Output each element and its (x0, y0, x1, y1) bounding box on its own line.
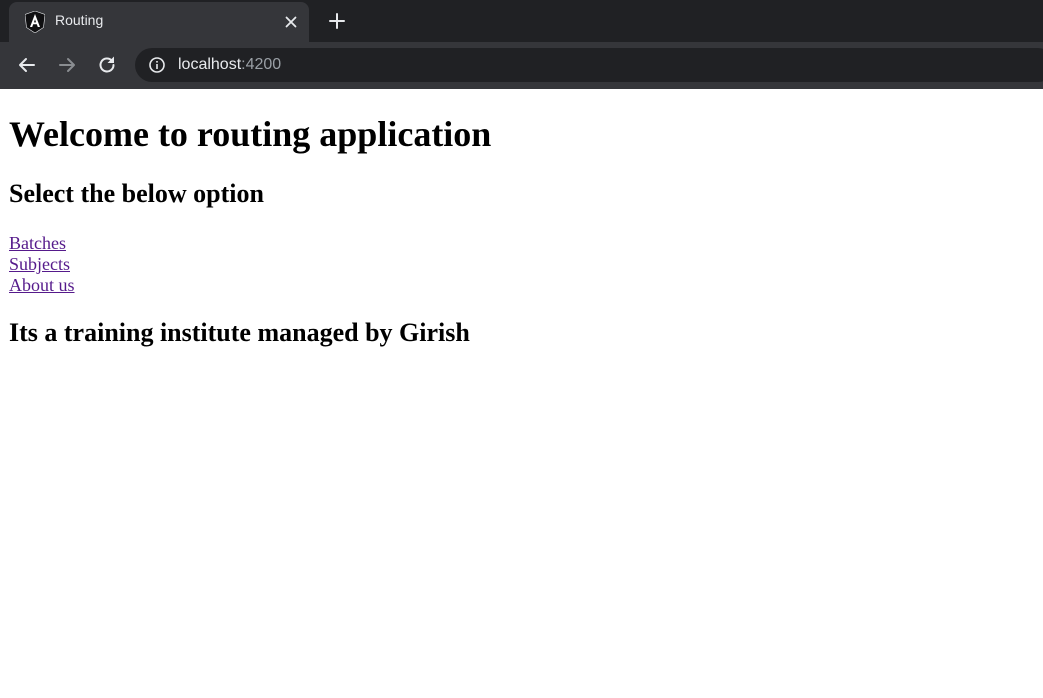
address-bar[interactable]: localhost:4200 (135, 48, 1043, 82)
url-text[interactable]: localhost:4200 (178, 56, 281, 74)
link-subjects[interactable]: Subjects (9, 254, 70, 275)
page-title: Welcome to routing application (9, 114, 492, 154)
new-tab-plus-icon[interactable] (327, 11, 347, 31)
angular-logo-icon (25, 11, 45, 33)
close-icon[interactable] (283, 14, 299, 30)
link-about-us[interactable]: About us (9, 275, 75, 296)
nav-links: Batches Subjects About us (9, 233, 1043, 296)
institute-description: Its a training institute managed by Giri… (9, 318, 470, 347)
browser-toolbar: localhost:4200 (0, 42, 1043, 89)
forward-arrow-icon[interactable] (56, 54, 78, 76)
reload-icon[interactable] (96, 54, 118, 76)
link-batches[interactable]: Batches (9, 233, 66, 254)
tab-routing[interactable]: Routing (9, 2, 309, 42)
back-arrow-icon[interactable] (16, 54, 38, 76)
url-port: :4200 (241, 56, 282, 73)
site-info-icon[interactable] (148, 56, 166, 74)
tab-strip: Routing (0, 0, 1043, 42)
tab-title: Routing (55, 12, 104, 28)
browser-chrome: Routing localhost:4200 (0, 0, 1043, 89)
url-host: localhost (178, 56, 242, 73)
page-content: Welcome to routing application Select th… (0, 113, 1043, 348)
page-subtitle: Select the below option (9, 179, 264, 208)
